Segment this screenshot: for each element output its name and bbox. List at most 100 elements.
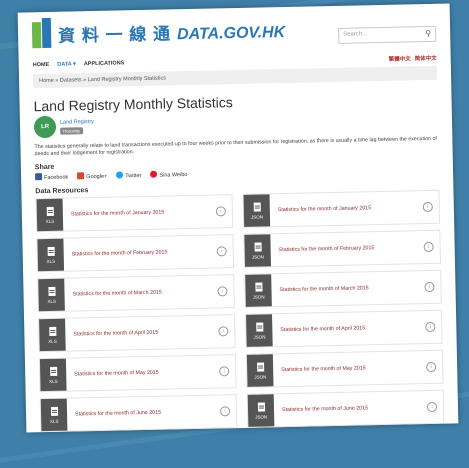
- language-switcher: 繁體中文 简体中文: [389, 54, 437, 63]
- info-icon[interactable]: i: [216, 246, 227, 257]
- document-icon: [49, 366, 57, 376]
- info-icon[interactable]: i: [426, 361, 437, 373]
- resource-link[interactable]: Statistics for the month of March 2015: [73, 288, 218, 298]
- format-label: JSON: [252, 293, 265, 300]
- xls-format-badge: XLS: [36, 198, 64, 232]
- search-placeholder: Search...: [343, 31, 368, 38]
- resource-item-xls[interactable]: XLS Statistics for the month of March 20…: [37, 274, 235, 313]
- resource-item-json[interactable]: JSON Statistics for the month of Februar…: [243, 229, 442, 268]
- resource-link[interactable]: Statistics for the month of February 201…: [72, 248, 217, 257]
- document-icon: [47, 286, 56, 296]
- info-icon[interactable]: i: [217, 286, 228, 297]
- share-twitter[interactable]: Twitter: [116, 171, 141, 180]
- xls-format-badge: XLS: [39, 358, 67, 392]
- weibo-icon: [150, 170, 158, 178]
- resource-item-json[interactable]: JSON Statistics for the month of January…: [242, 189, 441, 228]
- resource-link[interactable]: Statistics for the month of May 2015: [281, 364, 426, 373]
- search-input[interactable]: Search... ⚲: [338, 25, 437, 44]
- info-icon[interactable]: i: [219, 366, 230, 377]
- share-facebook-label: Facebook: [44, 174, 69, 182]
- resource-grid: XLS Statistics for the month of January …: [35, 189, 445, 433]
- xls-format-badge: XLS: [39, 318, 66, 352]
- lang-traditional-chinese[interactable]: 繁體中文: [389, 54, 411, 62]
- nav-item-home[interactable]: HOME: [33, 62, 50, 68]
- organization-name[interactable]: Land Registry: [60, 118, 94, 125]
- dataset-description: The statistics generally relate to land …: [34, 135, 437, 158]
- json-format-badge: JSON: [247, 394, 275, 427]
- nav-menu: HOME DATA ▾ APPLICATIONS: [33, 60, 125, 68]
- document-icon: [47, 246, 55, 256]
- info-icon[interactable]: i: [424, 281, 435, 293]
- json-format-badge: JSON: [244, 234, 272, 267]
- facebook-icon: [35, 173, 43, 181]
- web-page: 資 料 一 線 通 DATA.GOV.HK Search... ⚲ HOME DA…: [17, 3, 459, 433]
- resource-item-xls[interactable]: XLS Statistics for the month of June 201…: [39, 394, 238, 433]
- json-format-badge: JSON: [243, 194, 271, 227]
- search-icon[interactable]: ⚲: [425, 29, 431, 38]
- twitter-icon: [116, 171, 124, 179]
- json-format-badge: JSON: [246, 354, 274, 387]
- resource-link[interactable]: Statistics for the month of March 2015: [279, 284, 424, 293]
- share-google-label: Google+: [86, 173, 108, 181]
- info-icon[interactable]: i: [219, 406, 231, 417]
- format-label: XLS: [46, 258, 56, 264]
- format-label: JSON: [250, 213, 264, 220]
- json-format-badge: JSON: [245, 274, 272, 307]
- format-label: XLS: [48, 338, 57, 344]
- info-icon[interactable]: i: [218, 326, 229, 337]
- resource-link[interactable]: Statistics for the month of June 2015: [282, 404, 427, 413]
- site-logo[interactable]: 資 料 一 線 通 DATA.GOV.HK: [31, 13, 286, 50]
- organization-logo[interactable]: LR: [33, 115, 57, 139]
- info-icon[interactable]: i: [425, 321, 436, 333]
- resource-item-xls[interactable]: XLS Statistics for the month of January …: [35, 194, 234, 233]
- document-icon: [254, 242, 262, 252]
- resource-link[interactable]: Statistics for the month of January 2015: [71, 208, 216, 218]
- logo-domain: DATA.GOV.HK: [176, 23, 286, 43]
- resource-item-json[interactable]: JSON Statistics for the month of June 20…: [246, 389, 445, 428]
- category-badge[interactable]: Housing: [60, 126, 83, 135]
- format-label: XLS: [49, 378, 58, 384]
- share-facebook[interactable]: Facebook: [35, 173, 68, 182]
- document-icon: [48, 326, 56, 336]
- document-icon: [255, 322, 263, 332]
- document-icon: [50, 406, 58, 416]
- document-icon: [253, 202, 261, 212]
- document-icon: [46, 206, 54, 216]
- xls-format-badge: XLS: [37, 238, 65, 272]
- nav-item-data[interactable]: DATA ▾: [57, 61, 76, 67]
- share-weibo[interactable]: Sina Weibo: [150, 170, 187, 179]
- info-icon[interactable]: i: [423, 241, 434, 253]
- resource-item-xls[interactable]: XLS Statistics for the month of February…: [36, 234, 235, 273]
- resource-link[interactable]: Statistics for the month of April 2015: [280, 324, 425, 333]
- resource-link[interactable]: Statistics for the month of May 2015: [74, 368, 219, 378]
- info-icon[interactable]: i: [215, 206, 226, 217]
- xls-format-badge: XLS: [40, 398, 68, 432]
- document-icon: [257, 401, 265, 412]
- info-icon[interactable]: i: [422, 201, 433, 213]
- resource-item-json[interactable]: JSON Statistics for the month of May 201…: [245, 349, 444, 388]
- resource-item-json[interactable]: JSON Statistics for the month of March 2…: [244, 269, 442, 308]
- organization-info: Land Registry Housing: [60, 118, 94, 135]
- resource-link[interactable]: Statistics for the month of February 201…: [279, 244, 424, 253]
- share-weibo-label: Sina Weibo: [159, 172, 188, 179]
- xls-format-badge: XLS: [38, 278, 65, 312]
- resource-item-xls[interactable]: XLS Statistics for the month of April 20…: [38, 314, 236, 353]
- format-label: JSON: [255, 413, 268, 420]
- share-twitter-label: Twitter: [125, 173, 142, 180]
- json-format-badge: JSON: [246, 314, 273, 347]
- resource-link[interactable]: Statistics for the month of January 2015: [278, 204, 423, 213]
- logo-mark-icon: [31, 17, 53, 50]
- resource-link[interactable]: Statistics for the month of June 2015: [75, 408, 220, 418]
- info-icon[interactable]: i: [426, 401, 438, 413]
- format-label: XLS: [45, 218, 55, 224]
- format-label: XLS: [47, 298, 56, 304]
- nav-item-applications[interactable]: APPLICATIONS: [84, 60, 125, 67]
- resource-link[interactable]: Statistics for the month of April 2015: [73, 328, 218, 338]
- lang-simplified-chinese[interactable]: 简体中文: [415, 54, 437, 62]
- resource-item-json[interactable]: JSON Statistics for the month of April 2…: [245, 309, 443, 348]
- share-google-plus[interactable]: Google+: [77, 172, 107, 181]
- document-icon: [254, 282, 263, 292]
- document-icon: [256, 361, 264, 372]
- resource-item-xls[interactable]: XLS Statistics for the month of May 2015…: [38, 354, 237, 393]
- format-label: JSON: [253, 333, 266, 340]
